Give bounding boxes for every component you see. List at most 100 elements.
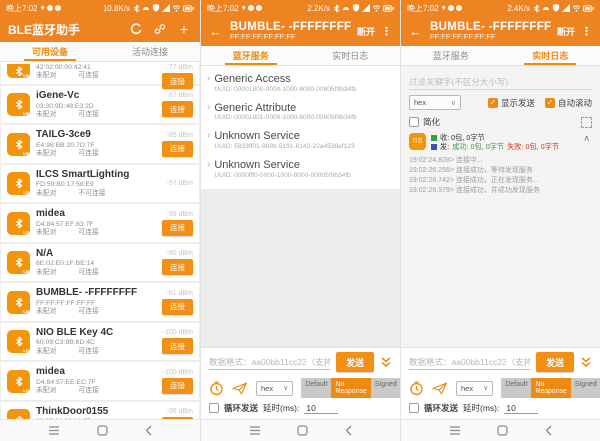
segment-no-response[interactable]: No Response (331, 378, 371, 398)
checkbox[interactable] (545, 98, 555, 108)
segment-signed[interactable]: Signed (371, 378, 400, 398)
device-row[interactable]: LE TAILG-3ce9 E4:98:BB:20:7D:7F 未配对可连接 -… (1, 125, 199, 162)
bluetooth-device-icon: LE (7, 291, 30, 314)
paper-plane-icon[interactable] (432, 382, 448, 395)
double-chevron-down-icon[interactable] (580, 356, 592, 368)
back-button[interactable] (145, 425, 152, 436)
android-nav-bar (0, 419, 200, 441)
device-row[interactable]: LE midea D4:84:57:EF:83:7F 未配对可连接 -99 dB… (1, 204, 199, 241)
log-line: 19:02:24.828> 连接中... (409, 156, 592, 166)
format-select[interactable]: hex∨ (456, 381, 493, 396)
device-row[interactable]: LE N/A 6E:02:E0:1F:BE:14 未配对可连接 -80 dBm … (1, 244, 199, 281)
service-row[interactable]: › Generic Access UUID: 00001800-0000-100… (201, 68, 400, 97)
connect-button[interactable]: 连接 (162, 378, 193, 394)
overflow-menu-icon[interactable]: ⋮ (381, 25, 392, 38)
paper-plane-icon[interactable] (232, 382, 248, 395)
net-speed: 2.2K/s (307, 4, 330, 13)
delay-input[interactable]: 10 (504, 403, 538, 414)
overflow-menu-icon[interactable]: ⋮ (581, 25, 592, 38)
segment-default[interactable]: Default (501, 378, 531, 398)
data-input[interactable] (409, 355, 530, 370)
device-row[interactable]: LE ILCS SmartLighting FD:59:B0:17:58:E9 … (1, 165, 199, 202)
double-chevron-down-icon[interactable] (380, 356, 392, 368)
toggle-option[interactable]: 自动滚动 (545, 97, 592, 109)
home-button[interactable] (97, 425, 108, 436)
tx-color-swatch (431, 144, 437, 150)
battery-icon (183, 5, 194, 12)
connect-button[interactable]: 连接 (162, 141, 193, 157)
detail-tabs: 蓝牙服务 实时日志 (401, 46, 600, 66)
device-row[interactable]: LE iGene-Vc 03:30:9D:48:E3:2D 未配对可连接 -87… (1, 86, 199, 123)
recents-button[interactable] (48, 426, 60, 435)
tab-realtime-log[interactable]: 实时日志 (301, 46, 401, 65)
toggle-option[interactable]: 显示发送 (488, 97, 535, 109)
recents-button[interactable] (249, 426, 261, 435)
segment-signed[interactable]: Signed (571, 378, 600, 398)
send-button[interactable]: 发送 (536, 352, 574, 372)
timer-icon[interactable] (409, 381, 424, 396)
chevron-down-icon: ∨ (283, 384, 288, 392)
device-mac: FD:59:B0:17:58:E9 (36, 181, 161, 189)
log-timestamp: 19:02:26.256> (409, 167, 454, 174)
loop-send-checkbox[interactable] (409, 403, 419, 413)
log-lines: 19:02:24.828> 连接中... 19:02:26.256> 连接成功，… (401, 153, 600, 200)
tab-available-devices[interactable]: 可用设备 (0, 42, 100, 61)
tab-realtime-log[interactable]: 实时日志 (501, 46, 600, 65)
segment-default[interactable]: Default (301, 378, 331, 398)
device-row[interactable]: LE NIO BLE Key 4C 60:09:C3:9B:6D:4C 未配对可… (1, 323, 199, 360)
connect-button[interactable]: 连接 (162, 73, 193, 89)
format-select[interactable]: hex∨ (256, 381, 293, 396)
back-arrow-icon[interactable]: ← (209, 24, 222, 39)
timer-icon[interactable] (209, 381, 224, 396)
tab-services[interactable]: 蓝牙服务 (201, 46, 301, 65)
tab-active-connections[interactable]: 活动连接 (100, 42, 200, 61)
device-row[interactable]: LE midea D4:84:57:EE:EC:7F 未配对可连接 -100 d… (1, 362, 199, 399)
link-icon[interactable] (152, 21, 168, 37)
collapse-stats-icon[interactable]: ∧ (581, 133, 592, 144)
add-icon[interactable]: + (176, 21, 192, 37)
scan-refresh-icon[interactable] (128, 21, 144, 37)
device-name: N/A (36, 248, 156, 261)
disconnect-button[interactable]: 断开 (357, 25, 375, 38)
back-button[interactable] (545, 425, 552, 436)
log-toggles: 显示发送 自动滚动 (482, 97, 592, 109)
delay-label: 延时(ms): (263, 402, 299, 414)
log-message: 连接成功，正在发现服务... (456, 177, 539, 184)
back-arrow-icon[interactable]: ← (409, 24, 422, 39)
shield-icon (352, 4, 360, 12)
connect-button[interactable]: 连接 (162, 259, 193, 275)
device-row[interactable]: LE ThinkDoor0155 03:25:04:00:01:55 未配对可连… (1, 402, 199, 419)
recents-button[interactable] (449, 426, 461, 435)
loop-send-checkbox[interactable] (209, 403, 219, 413)
filter-input[interactable] (409, 75, 592, 90)
send-button[interactable]: 发送 (336, 352, 374, 372)
service-row[interactable]: › Generic Attribute UUID: 00001801-0000-… (201, 97, 400, 126)
segment-no-response[interactable]: No Response (531, 378, 571, 398)
app-bar: ← BUMBLE- -FFFFFFFF FF:FF:FF:FF:FF:FF 断开… (401, 16, 600, 46)
checkbox[interactable] (488, 98, 498, 108)
bluetooth-device-icon: LE (7, 251, 30, 274)
connect-button[interactable]: 连接 (162, 338, 193, 354)
device-row-partial[interactable]: LE 42:02:00:00:42:41 未配对可连接 -77 dBm 连接 (1, 62, 199, 84)
back-button[interactable] (345, 425, 352, 436)
log-format-select[interactable]: hex∨ (409, 95, 461, 110)
tab-services[interactable]: 蓝牙服务 (401, 46, 501, 65)
simplify-checkbox[interactable] (409, 117, 419, 127)
chevron-right-icon: › (207, 73, 210, 85)
status-time: 晚上7:02 (407, 3, 439, 14)
status-time: 晚上7:02 (207, 3, 239, 14)
service-name: Generic Access (214, 73, 356, 86)
home-button[interactable] (297, 425, 308, 436)
service-row[interactable]: › Unknown Service UUID: 5833ff01-9b8b-51… (201, 125, 400, 154)
disconnect-button[interactable]: 断开 (557, 25, 575, 38)
data-input[interactable] (209, 355, 330, 370)
connect-button[interactable]: 连接 (162, 220, 193, 236)
fullscreen-icon[interactable] (581, 117, 592, 128)
device-row[interactable]: LE BUMBLE- -FFFFFFFF FF:FF:FF:FF:FF:FF 未… (1, 283, 199, 320)
delay-input[interactable]: 10 (304, 403, 338, 414)
chevron-right-icon: › (207, 102, 210, 114)
connect-button[interactable]: 连接 (162, 299, 193, 315)
service-row[interactable]: › Unknown Service UUID: 0000fff0-0000-10… (201, 154, 400, 183)
connect-button[interactable]: 连接 (162, 101, 193, 117)
home-button[interactable] (497, 425, 508, 436)
